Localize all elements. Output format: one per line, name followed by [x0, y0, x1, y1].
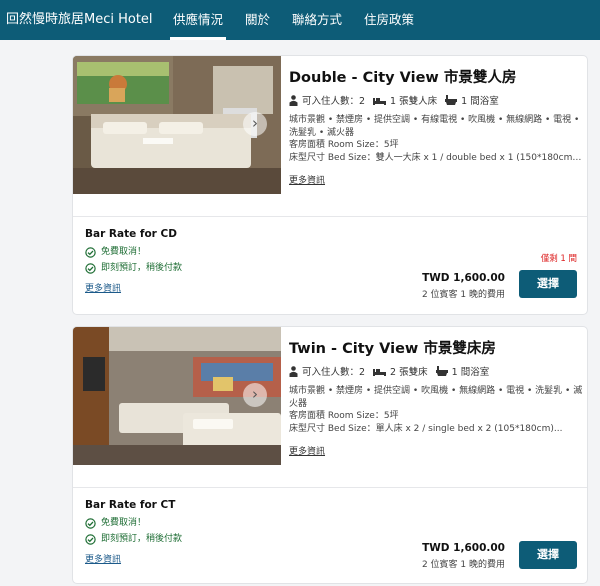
room-more-info-link[interactable]: 更多資訊 [289, 444, 325, 457]
photo-next-arrow[interactable]: › [243, 112, 267, 136]
bathtub-icon [435, 366, 448, 376]
guest-capacity: 可入住人數：2 [302, 96, 366, 107]
check-circle-icon [85, 517, 96, 529]
check-circle-icon [85, 262, 96, 274]
price-note: 2 位賓客 1 晚的費用 [421, 290, 505, 300]
check-circle-icon [85, 246, 96, 258]
room-meta: 可入住人數：2 1 張雙人床 1 間浴室 [289, 93, 583, 107]
card-divider [73, 487, 587, 488]
room-price: TWD 1,600.00 [422, 272, 505, 284]
tab-policies[interactable]: 住房政策 [353, 0, 425, 40]
bed-count: 1 張雙人床 [390, 96, 438, 107]
card-divider [73, 216, 587, 217]
guest-capacity: 可入住人數：2 [302, 367, 366, 378]
photo-next-arrow[interactable]: › [243, 383, 267, 407]
bathroom-count: 1 間浴室 [461, 96, 499, 107]
room-title[interactable]: Double - City View 市景雙人房 [289, 66, 583, 87]
bathroom-count: 1 間浴室 [451, 367, 490, 378]
tab-about[interactable]: 關於 [234, 0, 281, 40]
room-title[interactable]: Twin - City View 市景雙床房 [289, 337, 583, 358]
perk-pay-later: 即刻預訂，稍後付款 [101, 263, 183, 273]
room-price: TWD 1,600.00 [422, 542, 505, 554]
top-nav: 回然慢時旅居Meci Hotel 供應情況 關於 聯絡方式 住房政策 [0, 0, 600, 40]
rate-plan: Bar Rate for CD 免費取消！ 即刻預訂，稍後付款 更多資訊 [85, 228, 182, 295]
perk-pay-later: 即刻預訂，稍後付款 [101, 534, 183, 544]
room-info: Double - City View 市景雙人房 可入住人數：2 1 張雙人床 … [289, 66, 583, 187]
room-card: › Double - City View 市景雙人房 可入住人數：2 1 張雙人… [72, 55, 588, 315]
rate-name: Bar Rate for CT [85, 499, 176, 511]
room-card: › Twin - City View 市景雙床房 可入住人數：2 2 張雙床 1… [72, 326, 588, 584]
bed-size: 床型尺寸 Bed Size：雙人一大床 x 1 / double bed x 1… [289, 153, 583, 163]
room-more-info-link[interactable]: 更多資訊 [289, 173, 325, 186]
rate-plan: Bar Rate for CT 免費取消！ 即刻預訂，稍後付款 更多資訊 [85, 499, 182, 566]
room-photo[interactable]: › [73, 56, 281, 194]
tab-availability[interactable]: 供應情況 [162, 0, 234, 40]
select-room-button[interactable]: 選擇 [519, 541, 577, 569]
room-size: 客房面積 Room Size：5坪 [289, 140, 399, 150]
room-info: Twin - City View 市景雙床房 可入住人數：2 2 張雙床 1 間… [289, 337, 583, 458]
rate-more-info-link[interactable]: 更多資訊 [85, 552, 121, 565]
room-photo[interactable]: › [73, 327, 281, 465]
person-icon [289, 94, 298, 106]
bed-size: 床型尺寸 Bed Size：單人床 x 2 / single bed x 2 (… [289, 424, 563, 434]
room-amenities: 城市景觀 • 禁煙房 • 提供空調 • 吹風機 • 無線網路 • 電視 • 洗髮… [289, 386, 583, 409]
room-size: 客房面積 Room Size：5坪 [289, 411, 399, 421]
bed-icon [373, 97, 387, 105]
rate-name: Bar Rate for CD [85, 228, 177, 240]
rooms-remaining-badge: 僅剩 1 間 [540, 254, 577, 264]
bathtub-icon [445, 95, 458, 105]
perk-free-cancel: 免費取消！ [101, 247, 147, 257]
tab-contact[interactable]: 聯絡方式 [281, 0, 353, 40]
select-room-button[interactable]: 選擇 [519, 270, 577, 298]
perk-free-cancel: 免費取消！ [101, 518, 147, 528]
bed-icon [373, 368, 387, 376]
rate-more-info-link[interactable]: 更多資訊 [85, 281, 121, 294]
room-meta: 可入住人數：2 2 張雙床 1 間浴室 [289, 364, 583, 378]
hotel-brand[interactable]: 回然慢時旅居Meci Hotel [0, 0, 162, 40]
check-circle-icon [85, 533, 96, 545]
room-amenities: 城市景觀 • 禁煙房 • 提供空調 • 有線電視 • 吹風機 • 無線網路 • … [289, 115, 580, 138]
person-icon [289, 365, 298, 377]
price-note: 2 位賓客 1 晚的費用 [421, 560, 505, 570]
bed-count: 2 張雙床 [390, 367, 428, 378]
